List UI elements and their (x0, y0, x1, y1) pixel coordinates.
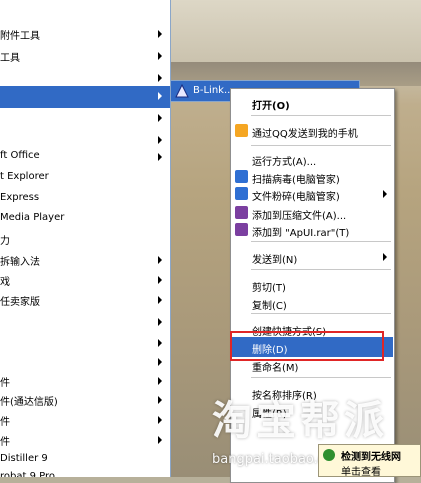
program-item[interactable] (0, 86, 170, 108)
program-item[interactable]: Media Player (0, 209, 170, 231)
program-item[interactable]: 力 (0, 229, 170, 251)
submenu-arrow-icon (158, 318, 162, 326)
program-item-label: 任卖家版 (0, 297, 40, 308)
program-item-label: 件 (0, 417, 10, 428)
submenu-arrow-icon (383, 253, 387, 261)
program-item-label: 戏 (0, 277, 10, 288)
highlight-annotation-box (230, 331, 384, 361)
context-menu-item-label: 剪切(T) (252, 283, 286, 294)
menu-separator (251, 241, 391, 242)
watermark-logo-text: 淘宝帮派 (212, 398, 388, 444)
program-item-label: Express (0, 192, 40, 203)
submenu-arrow-icon (158, 296, 162, 304)
program-item[interactable]: 件 (0, 430, 170, 452)
shield-icon (235, 170, 248, 183)
program-item[interactable]: 拆输入法 (0, 250, 170, 272)
context-menu-item-label: 运行方式(A)... (252, 157, 317, 168)
submenu-arrow-icon (158, 358, 162, 366)
context-menu-item-label: 发送到(N) (252, 255, 298, 266)
program-item-label: 附件工具 (0, 31, 40, 42)
context-menu-item[interactable]: 剪切(T) (232, 275, 393, 295)
context-menu-item-label: 通过QQ发送到我的手机 (252, 129, 358, 140)
app-icon (175, 84, 189, 98)
menu-separator (251, 115, 391, 116)
submenu-arrow-icon (158, 114, 162, 122)
program-item-label: ft Office (0, 150, 40, 161)
program-item-label: robat 9 Pro (0, 471, 55, 477)
context-menu-item-label: 重命名(M) (252, 363, 299, 374)
submenu-arrow-icon (158, 74, 162, 82)
program-item[interactable]: 任卖家版 (0, 290, 170, 312)
submenu-item-label: B-Link... (193, 85, 234, 96)
context-menu-item[interactable]: 打开(O) (232, 93, 393, 113)
program-item-label: Distiller 9 (0, 453, 48, 464)
program-item[interactable]: t Explorer (0, 168, 170, 190)
menu-separator (251, 377, 391, 378)
program-item[interactable]: robat 9 Pro (0, 468, 170, 477)
program-item-label: Media Player (0, 212, 65, 223)
submenu-arrow-icon (158, 153, 162, 161)
program-item[interactable]: 附件工具 (0, 24, 170, 46)
menu-separator (251, 313, 391, 314)
program-item[interactable]: Express (0, 189, 170, 211)
context-menu-item[interactable]: 复制(C) (232, 293, 393, 313)
program-item[interactable]: 件 (0, 410, 170, 432)
network-icon (323, 449, 335, 461)
submenu-arrow-icon (158, 396, 162, 404)
program-item-label: 件 (0, 378, 10, 389)
context-menu-item-label: 复制(C) (252, 301, 287, 312)
notification-text: 单击查看 (341, 467, 381, 478)
start-menu-programs: 附件工具工具 ft Office t Explorer Express Media Pl… (0, 0, 171, 477)
program-item-label: 件 (0, 437, 10, 448)
submenu-arrow-icon (383, 190, 387, 198)
program-item-label: 工具 (0, 53, 20, 64)
context-menu-item-label: 文件粉碎(电脑管家) (252, 192, 340, 203)
submenu-arrow-icon (158, 256, 162, 264)
program-item[interactable]: 件(通达信版) (0, 390, 170, 412)
submenu-arrow-icon (158, 30, 162, 38)
program-item[interactable] (0, 108, 170, 130)
submenu-arrow-icon (158, 136, 162, 144)
context-menu-item[interactable]: 添加到 "ApUI.rar"(T) (232, 220, 393, 240)
program-item-label: 件(通达信版) (0, 397, 58, 408)
notification-title: 检测到无线网 (341, 452, 401, 463)
submenu-arrow-icon (158, 276, 162, 284)
program-item[interactable]: 戏 (0, 270, 170, 292)
context-menu-item[interactable]: 发送到(N) (232, 247, 393, 267)
context-menu-item[interactable]: 运行方式(A)... (232, 149, 393, 169)
program-item-label: 拆输入法 (0, 257, 40, 268)
program-item[interactable]: 工具 (0, 46, 170, 68)
submenu-arrow-icon (158, 339, 162, 347)
menu-separator (251, 145, 391, 146)
winrar-icon (235, 206, 248, 219)
program-item-label: 力 (0, 236, 10, 247)
program-item[interactable]: ft Office (0, 147, 170, 169)
menu-separator (251, 269, 391, 270)
context-menu-item-label: 添加到 "ApUI.rar"(T) (252, 228, 350, 239)
program-item[interactable] (0, 312, 170, 334)
network-notification[interactable]: 检测到无线网 单击查看 (318, 444, 421, 478)
submenu-arrow-icon (158, 92, 162, 100)
shield-icon (235, 187, 248, 200)
context-menu-item[interactable]: 文件粉碎(电脑管家) (232, 184, 393, 204)
winrar-icon (235, 223, 248, 236)
submenu-arrow-icon (158, 52, 162, 60)
context-menu-item-label: 打开(O) (252, 101, 290, 112)
context-menu-item[interactable]: 通过QQ发送到我的手机 (232, 121, 393, 141)
qq-penguin-icon (235, 124, 248, 137)
submenu-arrow-icon (158, 377, 162, 385)
program-item-label: t Explorer (0, 171, 49, 182)
submenu-arrow-icon (158, 416, 162, 424)
submenu-arrow-icon (158, 436, 162, 444)
